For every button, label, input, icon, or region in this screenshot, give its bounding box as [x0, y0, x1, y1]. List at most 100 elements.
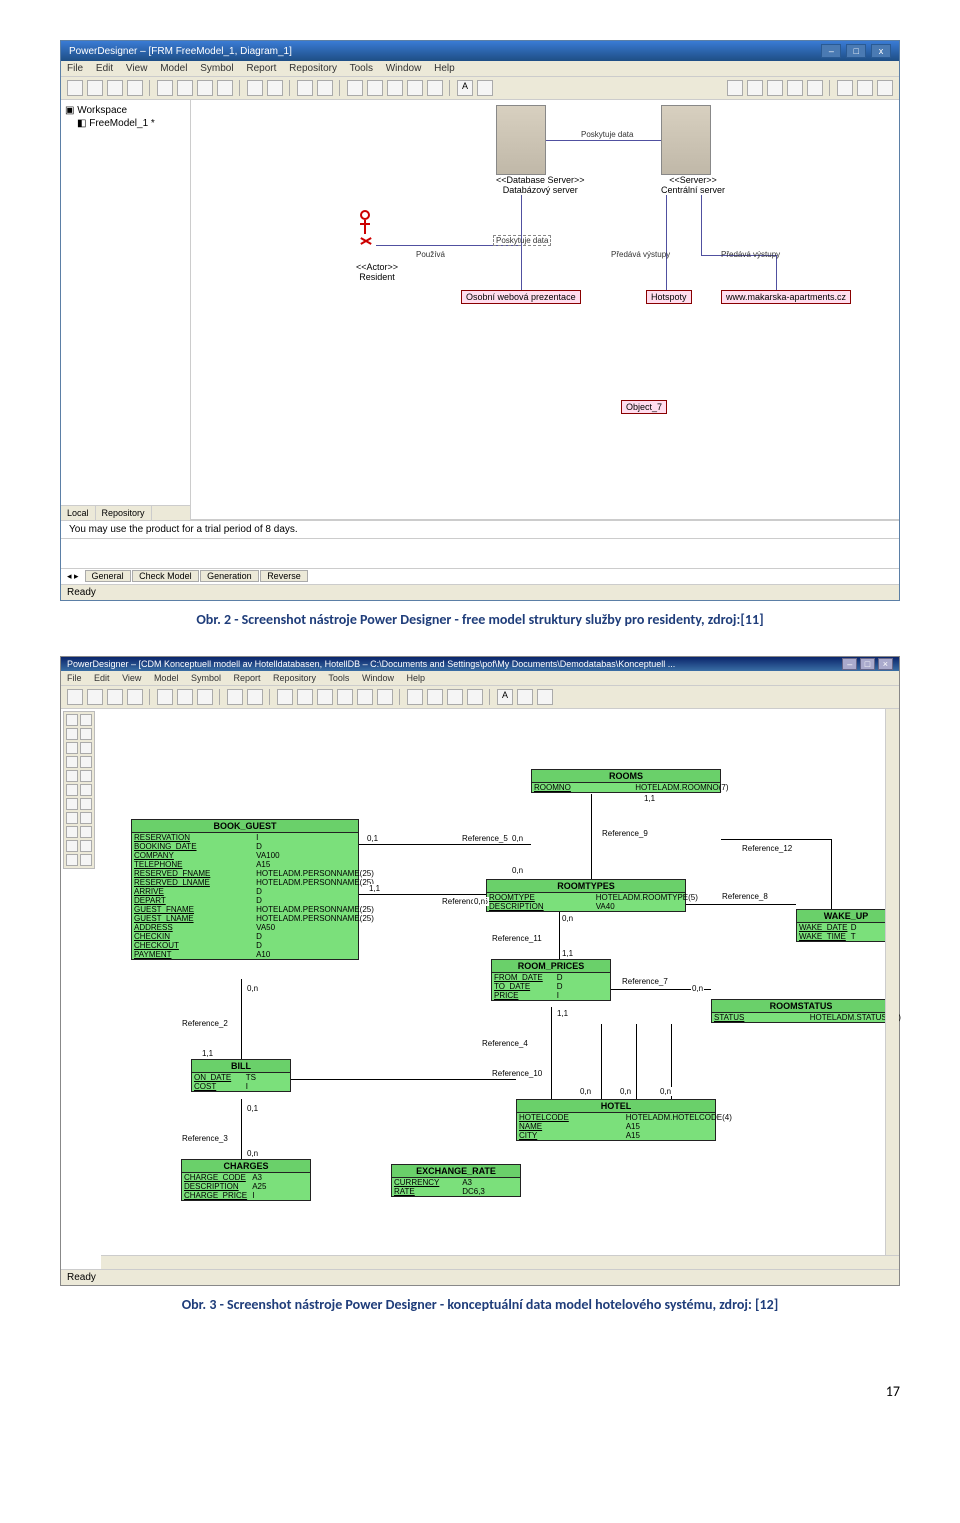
- lasso-icon[interactable]: [80, 714, 92, 726]
- central-server-node[interactable]: [661, 105, 711, 175]
- entity-room-prices[interactable]: ROOM_PRICES FROM_DATEDTO_DATEDPRICEI: [491, 959, 611, 1001]
- text-tool-icon[interactable]: A: [497, 689, 513, 705]
- menu-repository[interactable]: Repository: [289, 63, 337, 74]
- zoom-icon[interactable]: [837, 80, 853, 96]
- diagram-canvas[interactable]: <<Database Server>> Databázový server <<…: [191, 100, 899, 520]
- text-tool-icon[interactable]: A: [457, 80, 473, 96]
- entity-hotel[interactable]: HOTEL HOTELCODEHOTELADM.HOTELCODE(4)NAME…: [516, 1099, 716, 1141]
- entity-rooms[interactable]: ROOMS ROOMNOHOTELADM.ROOMNO(7): [531, 769, 721, 793]
- tool-icon[interactable]: [537, 689, 553, 705]
- tool-icon[interactable]: [317, 689, 333, 705]
- copy-icon[interactable]: [177, 689, 193, 705]
- ellipse-icon[interactable]: [80, 840, 92, 852]
- grabber-icon[interactable]: [66, 728, 78, 740]
- tool-icon[interactable]: [467, 689, 483, 705]
- rounded-rect-icon[interactable]: [66, 854, 78, 866]
- rect-icon[interactable]: [66, 840, 78, 852]
- entity-roomstatus[interactable]: ROOMSTATUS STATUSHOTELADM.STATUS(10): [711, 999, 891, 1023]
- menu-symbol[interactable]: Symbol: [191, 673, 221, 683]
- menu-report[interactable]: Report: [234, 673, 261, 683]
- copy-icon[interactable]: [177, 80, 193, 96]
- tool-icon[interactable]: [427, 80, 443, 96]
- menu-report[interactable]: Report: [246, 63, 276, 74]
- menu-window[interactable]: Window: [362, 673, 394, 683]
- text-icon[interactable]: [66, 812, 78, 824]
- menu-file[interactable]: File: [67, 673, 82, 683]
- minimize-button[interactable]: –: [821, 44, 841, 58]
- menu-repository[interactable]: Repository: [273, 673, 316, 683]
- tool-icon[interactable]: [477, 80, 493, 96]
- menu-edit[interactable]: Edit: [94, 673, 110, 683]
- layout-icon[interactable]: [747, 80, 763, 96]
- output-tab[interactable]: Reverse: [260, 570, 308, 582]
- tool-icon[interactable]: [337, 689, 353, 705]
- tool-icon[interactable]: [427, 689, 443, 705]
- entity-roomtypes[interactable]: ROOMTYPES ROOMTYPEHOTELADM.ROOMTYPE(5)DE…: [486, 879, 686, 912]
- output-tab[interactable]: General: [85, 570, 131, 582]
- entity-charges[interactable]: CHARGES CHARGE_CODEA3DESCRIPTIONA25CHARG…: [181, 1159, 311, 1201]
- save-icon[interactable]: [107, 689, 123, 705]
- close-button[interactable]: ×: [878, 658, 893, 670]
- tab-local[interactable]: Local: [61, 506, 96, 520]
- cdm-canvas[interactable]: BOOK_GUEST RESERVATIONIBOOKING_DATEDCOMP…: [61, 709, 899, 1269]
- open-icon[interactable]: [87, 689, 103, 705]
- tool-icon[interactable]: [297, 689, 313, 705]
- tab-repository[interactable]: Repository: [96, 506, 152, 520]
- maximize-button[interactable]: □: [846, 44, 866, 58]
- entity-wake-up[interactable]: WAKE_UP WAKE_DATEDWAKE_TIMET: [796, 909, 896, 942]
- find-icon[interactable]: [297, 80, 313, 96]
- paste-icon[interactable]: [197, 689, 213, 705]
- menu-help[interactable]: Help: [434, 63, 455, 74]
- tool-icon[interactable]: [277, 689, 293, 705]
- save-icon[interactable]: [107, 80, 123, 96]
- redo-icon[interactable]: [267, 80, 283, 96]
- tool-icon[interactable]: [80, 826, 92, 838]
- menu-symbol[interactable]: Symbol: [200, 63, 233, 74]
- menu-help[interactable]: Help: [406, 673, 425, 683]
- menu-view[interactable]: View: [122, 673, 141, 683]
- entity-icon[interactable]: [80, 742, 92, 754]
- entity-exchange-rate[interactable]: EXCHANGE_RATE CURRENCYA3RATEDC6,3: [391, 1164, 521, 1197]
- menu-tools[interactable]: Tools: [328, 673, 349, 683]
- tool-icon[interactable]: [80, 812, 92, 824]
- layout-icon[interactable]: [787, 80, 803, 96]
- association-icon[interactable]: [66, 770, 78, 782]
- tool-icon[interactable]: [367, 80, 383, 96]
- delete-icon[interactable]: [217, 80, 233, 96]
- package-icon[interactable]: [66, 784, 78, 796]
- tool-icon[interactable]: [347, 80, 363, 96]
- cut-icon[interactable]: [157, 689, 173, 705]
- entity-book-guest[interactable]: BOOK_GUEST RESERVATIONIBOOKING_DATEDCOMP…: [131, 819, 359, 960]
- box-object7[interactable]: Object_7: [621, 400, 667, 414]
- print-icon[interactable]: [127, 80, 143, 96]
- zoom-icon[interactable]: [877, 80, 893, 96]
- tool-icon[interactable]: [447, 689, 463, 705]
- layout-icon[interactable]: [807, 80, 823, 96]
- maximize-button[interactable]: □: [860, 658, 875, 670]
- box-osobni[interactable]: Osobní webová prezentace: [461, 290, 581, 304]
- tool-icon[interactable]: [80, 798, 92, 810]
- menu-model[interactable]: Model: [160, 63, 187, 74]
- layout-icon[interactable]: [767, 80, 783, 96]
- close-button[interactable]: x: [871, 44, 891, 58]
- zoom-icon[interactable]: [857, 80, 873, 96]
- polyline-icon[interactable]: [80, 854, 92, 866]
- box-makarska[interactable]: www.makarska-apartments.cz: [721, 290, 851, 304]
- delete-icon[interactable]: [80, 770, 92, 782]
- undo-icon[interactable]: [247, 80, 263, 96]
- actor-icon[interactable]: [356, 210, 374, 250]
- tool-icon[interactable]: [357, 689, 373, 705]
- entity-bill[interactable]: BILL ON_DATETSCOSTI: [191, 1059, 291, 1092]
- tree-root[interactable]: ▣ Workspace: [65, 104, 186, 117]
- menu-file[interactable]: File: [67, 63, 83, 74]
- inheritance-icon[interactable]: [80, 756, 92, 768]
- output-tab[interactable]: Generation: [200, 570, 259, 582]
- scrollbar-vertical[interactable]: [885, 709, 899, 1255]
- pointer-icon[interactable]: [66, 714, 78, 726]
- tool-icon[interactable]: [517, 689, 533, 705]
- scrollbar-horizontal[interactable]: [101, 1255, 899, 1269]
- cut-icon[interactable]: [157, 80, 173, 96]
- menu-tools[interactable]: Tools: [350, 63, 373, 74]
- tool-icon[interactable]: [407, 80, 423, 96]
- tree-model[interactable]: ◧ FreeModel_1 *: [65, 117, 186, 130]
